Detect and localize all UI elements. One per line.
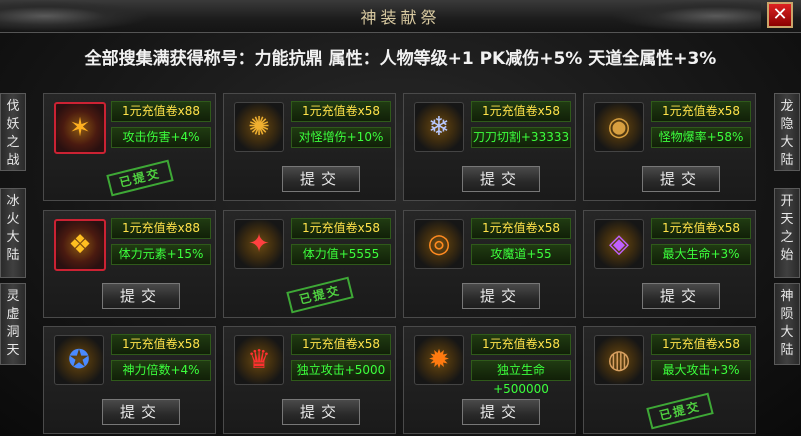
title-bar[interactable]: 神装献祭: [0, 0, 801, 33]
reward-label: 1元充值卷x58: [651, 101, 751, 122]
item-card: ✹ 1元充值卷x58 独立生命+500000 提交: [403, 326, 576, 434]
item-glyph: ✶: [69, 113, 91, 143]
item-card: ❄ 1元充值卷x58 刀刀切割+33333 提交: [403, 93, 576, 201]
left-tab-2[interactable]: 灵虚洞天: [0, 283, 26, 365]
submit-button[interactable]: 提交: [462, 399, 540, 425]
reward-label: 1元充值卷x88: [111, 101, 211, 122]
reward-label: 1元充值卷x58: [651, 334, 751, 355]
submit-button[interactable]: 提交: [642, 283, 720, 309]
item-glyph: ✪: [68, 345, 90, 375]
reward-label: 1元充值卷x58: [471, 218, 571, 239]
attribute-label: 对怪增伤+10%: [291, 127, 391, 148]
fire-ring-icon[interactable]: ◎: [414, 219, 464, 269]
submit-button[interactable]: 提交: [462, 283, 540, 309]
left-tab-1[interactable]: 冰火大陆: [0, 188, 26, 278]
item-glyph: ❄: [428, 112, 450, 142]
submit-button[interactable]: 提交: [282, 166, 360, 192]
golden-wing-icon[interactable]: ✶: [54, 102, 106, 154]
golden-flower-icon[interactable]: ✺: [234, 102, 284, 152]
submit-button[interactable]: 提交: [102, 399, 180, 425]
submitted-stamp: 已提交: [646, 392, 714, 430]
reward-label: 1元充值卷x58: [291, 334, 391, 355]
item-card: ✶ 1元充值卷x88 攻击伤害+4% 已提交: [43, 93, 216, 201]
submit-button[interactable]: 提交: [642, 166, 720, 192]
window-title: 神装献祭: [360, 8, 441, 27]
attribute-label: 神力倍数+4%: [111, 360, 211, 381]
bronze-ring-icon[interactable]: ◍: [594, 335, 644, 385]
item-glyph: ❖: [68, 230, 92, 260]
right-tab-0[interactable]: 龙隐大陆: [774, 93, 800, 171]
submitted-stamp: 已提交: [106, 159, 174, 197]
item-card: ◈ 1元充值卷x58 最大生命+3% 提交: [583, 210, 756, 318]
golden-phoenix-icon[interactable]: ❖: [54, 219, 106, 271]
attribute-label: 独立攻击+5000: [291, 360, 391, 381]
item-card: ◎ 1元充值卷x58 攻魔道+55 提交: [403, 210, 576, 318]
submit-button[interactable]: 提交: [282, 399, 360, 425]
reward-label: 1元充值卷x58: [291, 218, 391, 239]
item-glyph: ◉: [607, 112, 631, 142]
attribute-label: 独立生命+500000: [471, 360, 571, 396]
item-glyph: ♛: [247, 345, 271, 375]
reward-label: 1元充值卷x58: [651, 218, 751, 239]
item-card: ◉ 1元充值卷x58 怪物爆率+58% 提交: [583, 93, 756, 201]
reward-label: 1元充值卷x58: [291, 101, 391, 122]
right-tab-1[interactable]: 开天之始: [774, 188, 800, 278]
attribute-label: 体力元素+15%: [111, 244, 211, 265]
item-glyph: ✺: [248, 112, 270, 142]
gold-ring-icon[interactable]: ◉: [594, 102, 644, 152]
item-card: ✦ 1元充值卷x58 体力值+5555 已提交: [223, 210, 396, 318]
red-armor-icon[interactable]: ✦: [234, 219, 284, 269]
left-tab-0[interactable]: 伐妖之战: [0, 93, 26, 171]
purple-ring-icon[interactable]: ◈: [594, 219, 644, 269]
right-tab-2[interactable]: 神陨大陆: [774, 283, 800, 365]
item-glyph: ✦: [248, 229, 270, 259]
attribute-label: 体力值+5555: [291, 244, 391, 265]
reward-label: 1元充值卷x58: [471, 334, 571, 355]
reward-label: 1元充值卷x88: [111, 218, 211, 239]
close-button[interactable]: ✕: [767, 2, 793, 28]
flame-ring-icon[interactable]: ✹: [414, 335, 464, 385]
submit-button[interactable]: 提交: [462, 166, 540, 192]
reward-label: 1元充值卷x58: [471, 101, 571, 122]
item-grid: ✶ 1元充值卷x88 攻击伤害+4% 已提交 ✺ 1元充值卷x58 对怪增伤+10% 提交 ❄ 1…: [43, 93, 763, 436]
silver-dragon-icon[interactable]: ❄: [414, 102, 464, 152]
item-glyph: ◎: [427, 229, 451, 259]
item-card: ✺ 1元充值卷x58 对怪增伤+10% 提交: [223, 93, 396, 201]
submit-button[interactable]: 提交: [102, 283, 180, 309]
item-card: ♛ 1元充值卷x58 独立攻击+5000 提交: [223, 326, 396, 434]
item-card: ✪ 1元充值卷x58 神力倍数+4% 提交: [43, 326, 216, 434]
item-glyph: ◍: [607, 345, 631, 375]
attribute-label: 刀刀切割+33333: [471, 127, 571, 148]
attribute-label: 最大攻击+3%: [651, 360, 751, 381]
dialog-window: 神装献祭 ✕ 全部搜集满获得称号：力能抗鼎 属性：人物等级+1 PK减伤+5% …: [0, 0, 801, 436]
reward-label: 1元充值卷x58: [111, 334, 211, 355]
item-card: ❖ 1元充值卷x88 体力元素+15% 提交: [43, 210, 216, 318]
submitted-stamp: 已提交: [286, 276, 354, 314]
attribute-label: 攻击伤害+4%: [111, 127, 211, 148]
collection-reward-text: 全部搜集满获得称号：力能抗鼎 属性：人物等级+1 PK减伤+5% 天道全属性+3…: [84, 49, 717, 69]
item-glyph: ◈: [609, 229, 629, 259]
attribute-label: 攻魔道+55: [471, 244, 571, 265]
attribute-label: 最大生命+3%: [651, 244, 751, 265]
blue-ring-icon[interactable]: ✪: [54, 335, 104, 385]
red-crest-icon[interactable]: ♛: [234, 335, 284, 385]
item-card: ◍ 1元充值卷x58 最大攻击+3% 已提交: [583, 326, 756, 434]
attribute-label: 怪物爆率+58%: [651, 127, 751, 148]
item-glyph: ✹: [428, 345, 450, 375]
